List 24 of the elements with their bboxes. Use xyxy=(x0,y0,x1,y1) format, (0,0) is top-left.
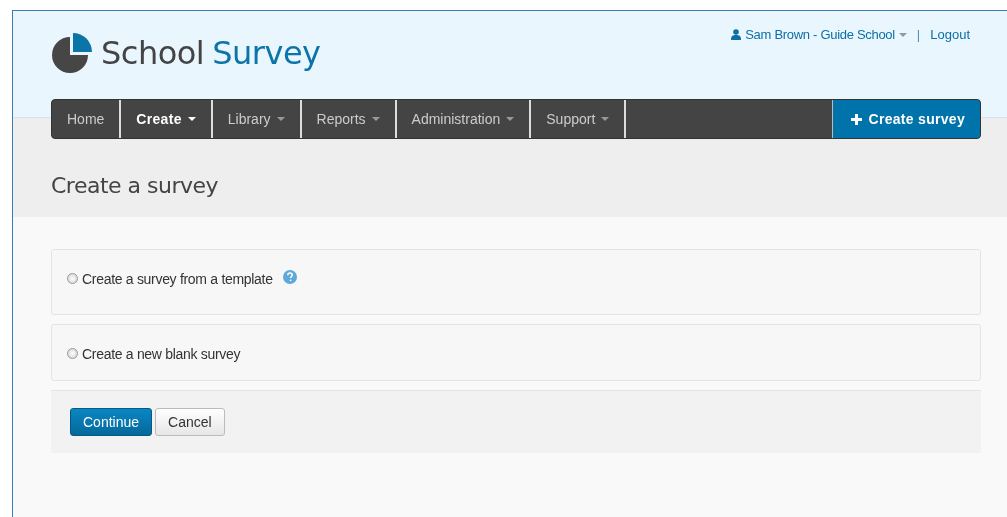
radio-option[interactable]: Create a new blank survey xyxy=(67,345,241,362)
page-title: Create a survey xyxy=(50,172,220,200)
radio-option[interactable]: Create a survey from a template xyxy=(67,270,273,287)
user-menu[interactable]: Sam Brown - Guide School xyxy=(731,27,907,42)
logo-icon xyxy=(52,32,93,73)
nav-tab[interactable]: Library xyxy=(212,100,302,138)
radio-button[interactable] xyxy=(67,273,78,284)
plus-icon xyxy=(851,113,863,125)
logout-link[interactable]: Logout xyxy=(930,27,970,42)
radio-button[interactable] xyxy=(67,348,78,359)
continue-button[interactable]: Continue xyxy=(70,408,153,436)
separator: | xyxy=(916,27,921,42)
create-survey-button[interactable]: Create survey xyxy=(832,100,980,138)
caret-icon xyxy=(898,32,907,37)
nav-tab[interactable]: Home xyxy=(52,100,122,138)
user-icon xyxy=(731,29,742,40)
logo-text: School xyxy=(101,33,205,72)
nav-tab[interactable]: Reports xyxy=(301,100,397,138)
nav-tab[interactable]: Create xyxy=(121,100,213,138)
cancel-button[interactable]: Cancel xyxy=(155,408,225,436)
logo-text: Survey xyxy=(212,33,321,72)
nav-tab[interactable]: Support xyxy=(531,100,627,138)
nav-tab[interactable]: Administration xyxy=(396,100,532,138)
help-icon[interactable] xyxy=(282,270,297,284)
